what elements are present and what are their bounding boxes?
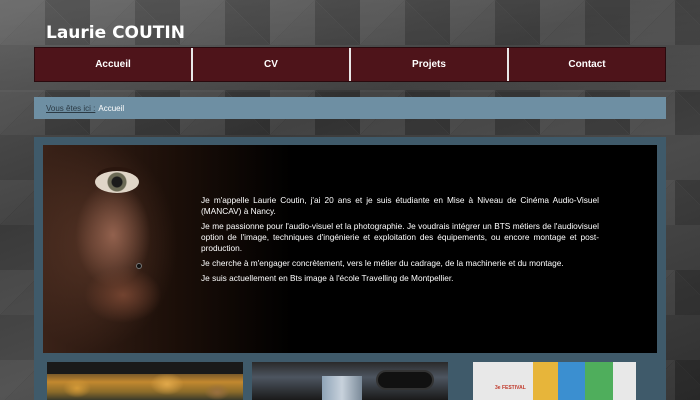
main-nav: Accueil CV Projets Contact <box>34 47 666 82</box>
bio-paragraph: Je me passionne pour l'audio-visuel et l… <box>201 221 599 253</box>
festival-poster-graphic <box>473 362 636 400</box>
festival-poster-text: 3e FESTIVAL <box>495 385 526 391</box>
rearview-mirror <box>376 370 434 390</box>
breadcrumb-current: Accueil <box>98 103 125 113</box>
site-title[interactable]: Laurie COUTIN <box>46 23 185 43</box>
hero-banner: Je m'appelle Laurie Coutin, j'ai 20 ans … <box>43 145 657 353</box>
thumbnail-row: 3e FESTIVAL <box>0 362 700 400</box>
thumbnail-car-interior[interactable] <box>252 362 448 400</box>
portrait-piercing <box>136 263 142 269</box>
nav-item-projets[interactable]: Projets <box>351 48 509 81</box>
thumbnail-autumn-trees[interactable] <box>47 362 243 400</box>
breadcrumb: Vous êtes ici : Accueil <box>34 97 666 119</box>
bio-paragraph: Je m'appelle Laurie Coutin, j'ai 20 ans … <box>201 195 599 216</box>
nav-item-contact[interactable]: Contact <box>509 48 665 81</box>
thumbnail-city-view <box>322 376 362 400</box>
nav-item-accueil[interactable]: Accueil <box>35 48 193 81</box>
bio-paragraph: Je suis actuellement en Bts image à l'éc… <box>201 273 454 283</box>
breadcrumb-prefix-link[interactable]: Vous êtes ici : <box>46 104 95 113</box>
thumbnail-festival-poster[interactable]: 3e FESTIVAL <box>473 362 636 400</box>
bio-paragraph: Je cherche à m'engager concrètement, ver… <box>201 258 564 268</box>
bio-text: Je m'appelle Laurie Coutin, j'ai 20 ans … <box>201 195 599 288</box>
nav-item-cv[interactable]: CV <box>193 48 351 81</box>
portrait-eye <box>95 171 139 193</box>
